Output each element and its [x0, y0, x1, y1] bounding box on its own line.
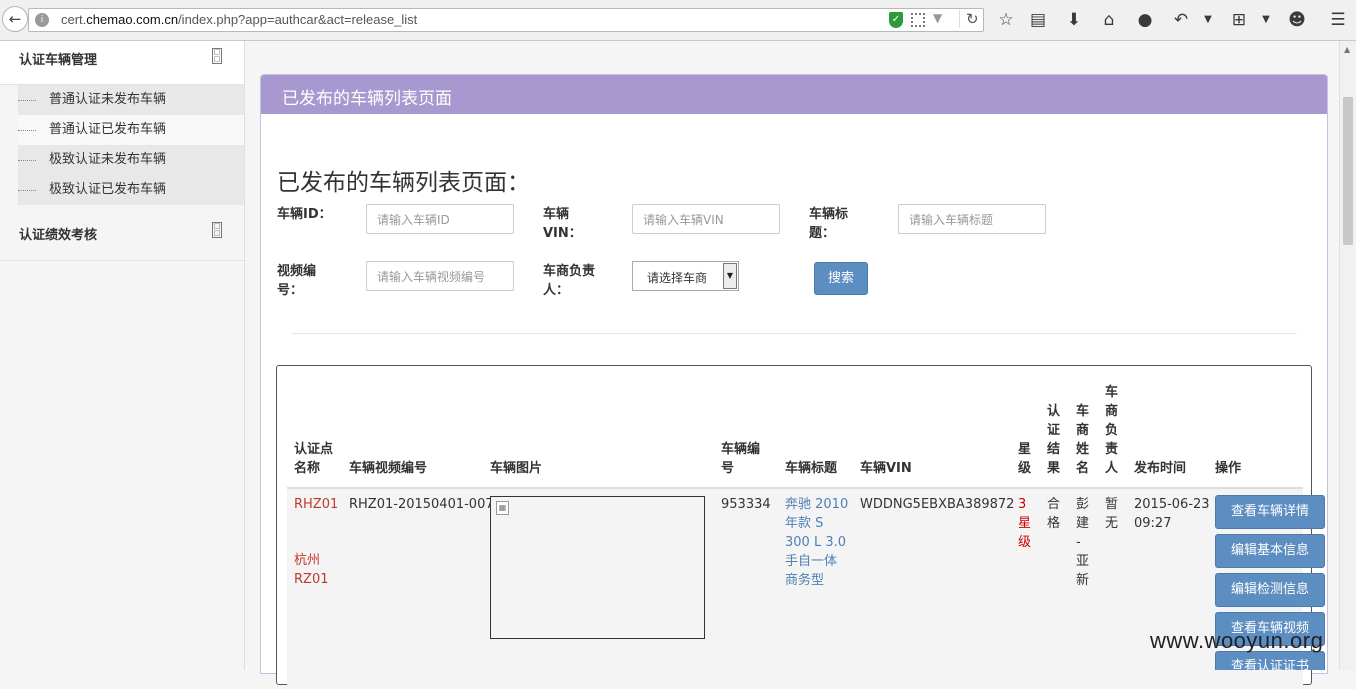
sidebar: 认证车辆管理 □ □ 普通认证未发布车辆 普通认证已发布车辆 极致认证未发布车辆 … — [0, 41, 245, 670]
cell-point-code[interactable]: RHZ01 — [294, 495, 338, 514]
col-header-title: 车辆标题 — [785, 461, 838, 476]
divider — [291, 333, 1297, 334]
watermark: www.wooyun.org — [1150, 628, 1324, 653]
scrollbar-thumb[interactable] — [1343, 97, 1353, 245]
video-no-input[interactable]: 请输入车辆视频编号 — [366, 261, 514, 291]
col-header-star: 星级 — [1018, 442, 1032, 476]
sidebar-item-premium-published[interactable]: 极致认证已发布车辆 — [18, 175, 244, 205]
col-header-result: 认证结果 — [1047, 404, 1061, 476]
dropdown-icon[interactable]: ▼ — [933, 11, 942, 25]
page-scrollbar[interactable]: ▲ — [1339, 41, 1356, 670]
car-id-input[interactable]: 请输入车辆ID — [366, 204, 514, 234]
col-header-actions: 操作 — [1215, 461, 1242, 476]
vin-input[interactable]: 请输入车辆VIN — [632, 204, 780, 234]
smiley-icon[interactable]: ☻ — [1285, 8, 1309, 32]
panel-header: 已发布的车辆列表页面 — [261, 75, 1327, 114]
video-no-label: 视频编 号： — [277, 264, 317, 298]
reload-icon[interactable]: ↻ — [959, 10, 979, 28]
back-icon[interactable]: ← — [2, 6, 28, 32]
search-button[interactable]: 搜索 — [814, 262, 868, 295]
col-header-dealer-name: 车商姓名 — [1076, 404, 1090, 476]
qr-code-icon[interactable] — [911, 13, 925, 27]
dealer-select[interactable]: 请选择车商 ▼ — [632, 261, 739, 291]
col-header-publish-time: 发布时间 — [1134, 461, 1187, 476]
crop-dropdown-icon[interactable]: ▼ — [1254, 8, 1278, 32]
col-header-point: 认证点 名称 — [294, 442, 334, 476]
download-icon[interactable]: ⬇ — [1062, 8, 1086, 32]
sidebar-item-normal-unpublished[interactable]: 普通认证未发布车辆 — [18, 85, 244, 115]
cell-star: 3星级 — [1018, 497, 1032, 550]
cell-video-no: RHZ01-20150401-007 — [349, 497, 494, 512]
col-header-car-no: 车辆编号 — [721, 442, 761, 476]
undo-icon[interactable]: ↶ — [1169, 8, 1193, 32]
cell-point-name[interactable]: 杭州 RZ01 — [294, 551, 328, 589]
cell-dealer-owner: 暂无 — [1105, 497, 1119, 531]
col-header-video-no: 车辆视频编号 — [349, 461, 428, 476]
sidebar-group-title: 认证绩效考核 — [19, 228, 98, 243]
sidebar-list: 普通认证未发布车辆 普通认证已发布车辆 极致认证未发布车辆 极致认证已发布车辆 — [0, 85, 244, 205]
car-id-label: 车辆ID： — [277, 207, 332, 222]
browser-toolbar: ← i cert.chemao.com.cn/index.php?app=aut… — [0, 0, 1356, 41]
sidebar-item-premium-unpublished[interactable]: 极致认证未发布车辆 — [18, 145, 244, 175]
title-input[interactable]: 请输入车辆标题 — [898, 204, 1046, 234]
vin-label: 车辆 VIN： — [543, 207, 582, 241]
collapse-icon[interactable]: □ □ — [212, 48, 222, 64]
collapse-icon[interactable]: □ □ — [212, 222, 222, 238]
cell-dealer-name: 彭建-亚新 — [1076, 497, 1090, 588]
page-title: 已发布的车辆列表页面： — [277, 170, 530, 196]
url-text[interactable]: cert.chemao.com.cn/index.php?app=authcar… — [61, 12, 417, 27]
chat-icon[interactable]: ● — [1133, 8, 1157, 32]
cell-car-no: 953334 — [721, 497, 771, 512]
star-icon[interactable]: ☆ — [994, 8, 1018, 32]
col-header-image: 车辆图片 — [490, 461, 543, 476]
menu-icon[interactable]: ☰ — [1326, 8, 1350, 32]
shield-icon[interactable]: ✓ — [889, 12, 903, 28]
select-arrow-icon[interactable]: ▼ — [723, 263, 737, 289]
globe-icon: i — [35, 13, 49, 27]
cell-publish-time: 2015-06-23 09:27 — [1134, 497, 1210, 531]
cell-title-link[interactable]: 奔驰 2010 年款 S 300 L 3.0 手自一体 商务型 — [785, 495, 848, 590]
sidebar-group-cert-vehicles[interactable]: 认证车辆管理 □ □ — [0, 41, 244, 85]
undo-dropdown-icon[interactable]: ▼ — [1196, 8, 1220, 32]
url-bar[interactable]: i cert.chemao.com.cn/index.php?app=authc… — [28, 8, 984, 32]
sidebar-group-performance[interactable]: 认证绩效考核 □ □ — [0, 205, 244, 261]
scroll-up-icon[interactable]: ▲ — [1344, 45, 1350, 54]
col-header-vin: 车辆VIN — [860, 461, 912, 476]
edit-basic-info-button[interactable]: 编辑基本信息 — [1215, 534, 1325, 568]
vehicle-image: ▦ — [490, 496, 705, 639]
sidebar-group-title: 认证车辆管理 — [19, 53, 98, 68]
broken-image-icon: ▦ — [496, 501, 509, 515]
edit-inspection-button[interactable]: 编辑检测信息 — [1215, 573, 1325, 607]
title-label: 车辆标 题： — [809, 207, 849, 241]
view-details-button[interactable]: 查看车辆详情 — [1215, 495, 1325, 529]
reading-list-icon[interactable]: ▤ — [1026, 8, 1050, 32]
main-panel: 已发布的车辆列表页面 已发布的车辆列表页面： 车辆ID： 请输入车辆ID 车辆 V… — [260, 74, 1328, 689]
sidebar-item-normal-published[interactable]: 普通认证已发布车辆 — [18, 115, 244, 145]
crop-icon[interactable]: ⊞ — [1227, 8, 1251, 32]
col-header-dealer-owner: 车商负责人 — [1105, 385, 1119, 476]
dealer-label: 车商负责 人： — [543, 264, 596, 298]
home-icon[interactable]: ⌂ — [1097, 8, 1121, 32]
cell-result: 合格 — [1047, 497, 1061, 531]
cell-vin: WDDNG5EBXBA389872 — [860, 497, 1015, 512]
